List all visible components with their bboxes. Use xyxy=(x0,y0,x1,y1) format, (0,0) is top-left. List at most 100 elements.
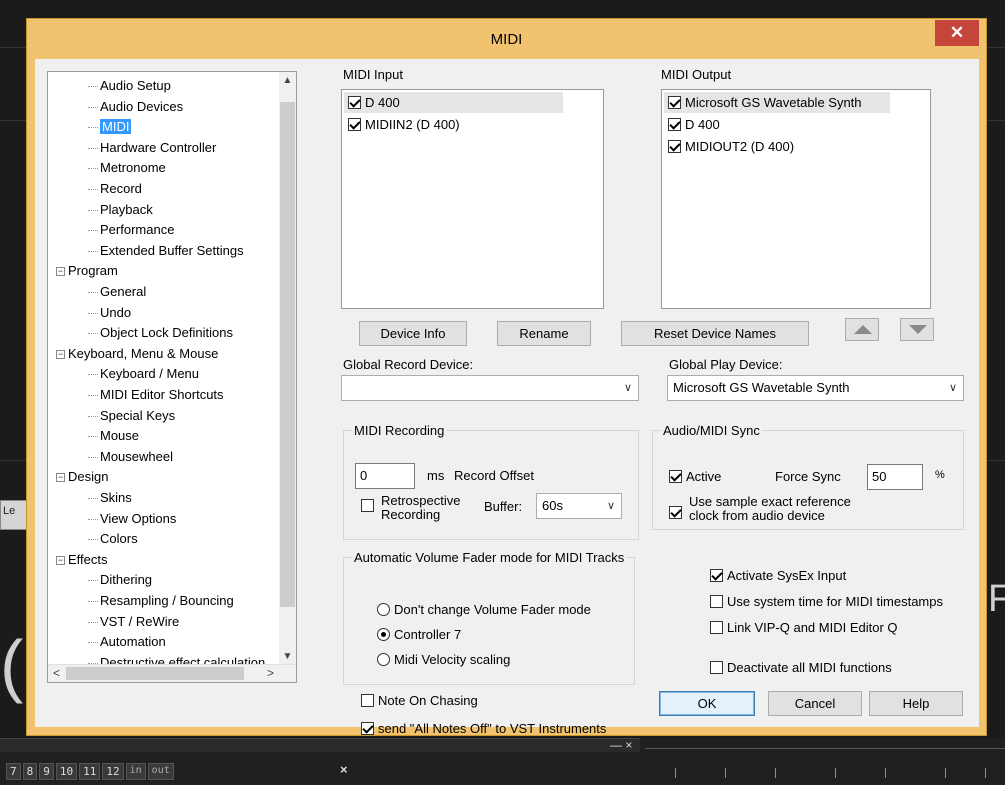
sample-exact-label: Use sample exact reference clock from au… xyxy=(689,494,851,523)
device-info-button[interactable]: Device Info xyxy=(359,321,467,346)
midi-input-label: MIDI Input xyxy=(343,67,403,82)
fader-option-1[interactable]: Controller 7 xyxy=(377,627,461,642)
tree-connector xyxy=(88,539,98,541)
scroll-down-icon[interactable]: ▼ xyxy=(279,648,296,665)
system-time-checkbox[interactable]: Use system time for MIDI timestamps xyxy=(710,594,943,609)
link-vipq-checkbox[interactable]: Link VIP-Q and MIDI Editor Q xyxy=(710,620,898,635)
bg-window-controls[interactable]: — × xyxy=(610,738,632,752)
tree-item-label: Performance xyxy=(100,222,175,238)
collapse-icon[interactable]: − xyxy=(56,473,65,483)
tree-connector xyxy=(88,86,98,88)
checkbox-icon[interactable] xyxy=(348,118,361,131)
midi-output-list[interactable]: Microsoft GS Wavetable Synth D 400 MIDIOUT… xyxy=(661,89,931,309)
tree-item-automation[interactable]: Automation xyxy=(48,632,166,652)
tree-item-performance[interactable]: Performance xyxy=(48,220,174,240)
rename-button[interactable]: Rename xyxy=(497,321,591,346)
tree-item-keyboard-menu[interactable]: Keyboard / Menu xyxy=(48,364,199,384)
dialog-titlebar[interactable]: MIDI ✕ xyxy=(27,19,986,59)
tree-item-view-options[interactable]: View Options xyxy=(48,509,176,529)
fader-option-2[interactable]: Midi Velocity scaling xyxy=(377,652,510,667)
tree-item-effects[interactable]: − Effects xyxy=(48,550,108,570)
tree-item-playback[interactable]: Playback xyxy=(48,200,153,220)
tree-item-program[interactable]: − Program xyxy=(48,261,118,281)
tree-item-vst-rewire[interactable]: VST / ReWire xyxy=(48,612,179,632)
record-offset-input[interactable]: 0 xyxy=(355,463,415,489)
device-row[interactable]: Microsoft GS Wavetable Synth xyxy=(664,92,890,113)
midi-input-list[interactable]: D 400 MIDIIN2 (D 400) xyxy=(341,89,604,309)
close-button[interactable]: ✕ xyxy=(935,20,979,46)
deactivate-midi-checkbox[interactable]: Deactivate all MIDI functions xyxy=(710,660,892,675)
cancel-button[interactable]: Cancel xyxy=(768,691,862,716)
tree-item-extended-buffer-settings[interactable]: Extended Buffer Settings xyxy=(48,241,244,261)
tree-item-object-lock-definitions[interactable]: Object Lock Definitions xyxy=(48,323,233,343)
bg-close-icon[interactable]: × xyxy=(340,762,348,777)
sample-exact-checkbox[interactable] xyxy=(669,505,686,520)
tree-item-midi[interactable]: MIDI xyxy=(48,117,132,137)
tree-item-metronome[interactable]: Metronome xyxy=(48,158,166,178)
radio-icon xyxy=(377,628,390,641)
tree-item-colors[interactable]: Colors xyxy=(48,529,138,549)
tree-item-dithering[interactable]: Dithering xyxy=(48,570,152,590)
track-number[interactable]: 10 xyxy=(55,763,78,780)
tree-scroll-thumb[interactable] xyxy=(280,102,295,607)
tree-item-midi-editor-shortcuts[interactable]: MIDI Editor Shortcuts xyxy=(48,385,224,405)
ok-button[interactable]: OK xyxy=(659,691,755,716)
tree-item-record[interactable]: Record xyxy=(48,179,142,199)
tree-item-mousewheel[interactable]: Mousewheel xyxy=(48,447,173,467)
collapse-icon[interactable]: − xyxy=(56,349,65,359)
collapse-icon[interactable]: − xyxy=(56,267,65,277)
sync-active-checkbox[interactable]: Active xyxy=(669,469,721,484)
scroll-left-icon[interactable]: < xyxy=(48,665,65,682)
checkbox-icon xyxy=(669,470,682,483)
checkbox-icon[interactable] xyxy=(668,140,681,153)
buffer-select[interactable]: 60s ∨ xyxy=(536,493,622,519)
track-io-in[interactable]: in xyxy=(125,763,146,780)
tree-item-label: Keyboard, Menu & Mouse xyxy=(68,345,219,361)
tree-item-design[interactable]: − Design xyxy=(48,467,108,487)
retrospective-checkbox[interactable] xyxy=(361,498,378,513)
settings-tree[interactable]: Audio Setup Audio Devices MIDI Hardware Con… xyxy=(47,71,297,683)
device-row[interactable]: MIDIOUT2 (D 400) xyxy=(664,136,794,157)
track-number[interactable]: 11 xyxy=(79,763,101,780)
track-number[interactable]: 7 xyxy=(6,763,21,780)
fader-option-0[interactable]: Don't change Volume Fader mode xyxy=(377,602,591,617)
track-io-out[interactable]: out xyxy=(147,763,174,780)
tree-item-audio-setup[interactable]: Audio Setup xyxy=(48,76,171,96)
move-down-button[interactable] xyxy=(900,318,934,341)
tree-item-skins[interactable]: Skins xyxy=(48,488,132,508)
device-row[interactable]: D 400 xyxy=(664,114,720,135)
global-record-select[interactable]: ∨ xyxy=(341,375,639,401)
tree-item-special-keys[interactable]: Special Keys xyxy=(48,406,175,426)
sysex-checkbox[interactable]: Activate SysEx Input xyxy=(710,568,846,583)
track-number[interactable]: 12 xyxy=(102,763,124,780)
force-sync-input[interactable]: 50 xyxy=(867,464,923,490)
track-number[interactable]: 9 xyxy=(39,763,54,780)
tree-item-resampling-bouncing[interactable]: Resampling / Bouncing xyxy=(48,591,234,611)
checkbox-icon[interactable] xyxy=(348,96,361,109)
tree-item-undo[interactable]: Undo xyxy=(48,303,131,323)
move-up-button[interactable] xyxy=(845,318,879,341)
device-row[interactable]: MIDIIN2 (D 400) xyxy=(344,114,460,135)
tree-vertical-scrollbar[interactable]: ▲ ▼ xyxy=(279,72,296,666)
device-name: D 400 xyxy=(685,117,720,132)
device-row[interactable]: D 400 xyxy=(344,92,563,113)
tree-item-keyboard-menu-mouse[interactable]: − Keyboard, Menu & Mouse xyxy=(48,344,218,364)
tree-hscroll-thumb[interactable] xyxy=(66,667,244,680)
scroll-right-icon[interactable]: > xyxy=(262,665,279,682)
scroll-up-icon[interactable]: ▲ xyxy=(279,72,296,89)
checkbox-icon[interactable] xyxy=(668,118,681,131)
checkbox-icon[interactable] xyxy=(668,96,681,109)
tree-item-mouse[interactable]: Mouse xyxy=(48,426,139,446)
track-number[interactable]: 8 xyxy=(22,763,38,780)
collapse-icon[interactable]: − xyxy=(56,555,65,565)
help-button[interactable]: Help xyxy=(869,691,963,716)
global-play-select[interactable]: Microsoft GS Wavetable Synth ∨ xyxy=(667,375,964,401)
tree-item-general[interactable]: General xyxy=(48,282,146,302)
tree-connector xyxy=(88,106,98,108)
tree-horizontal-scrollbar[interactable]: < > xyxy=(48,664,296,682)
note-chasing-checkbox[interactable]: Note On Chasing xyxy=(361,693,478,708)
all-notes-off-checkbox[interactable]: send "All Notes Off" to VST Instruments xyxy=(361,721,606,736)
tree-item-hardware-controller[interactable]: Hardware Controller xyxy=(48,138,216,158)
tree-item-audio-devices[interactable]: Audio Devices xyxy=(48,97,183,117)
reset-device-names-button[interactable]: Reset Device Names xyxy=(621,321,809,346)
